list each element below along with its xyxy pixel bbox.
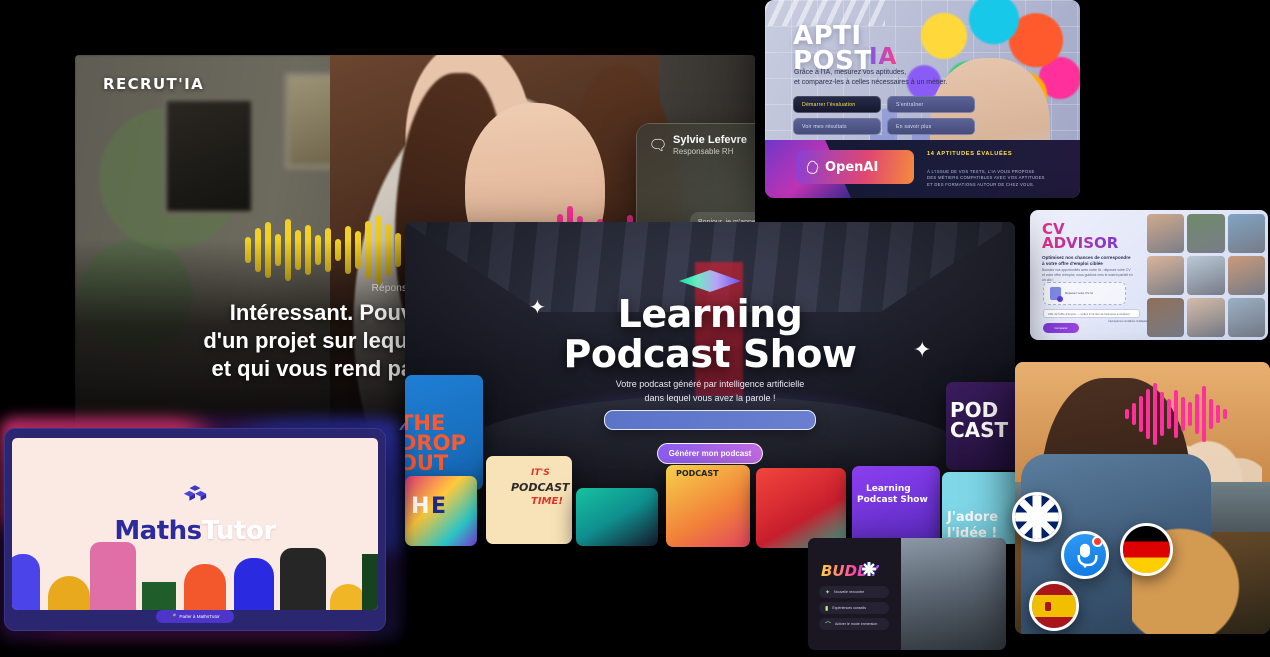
candidate-photo-grid	[1147, 214, 1265, 337]
job-offer-url-input[interactable]: URL de l'offre d'emploi — Collez ici le …	[1043, 309, 1140, 318]
podcast-subtitle: Votre podcast généré par intelligence ar…	[615, 379, 805, 403]
aptipost-card[interactable]: APTI POST IA Grâce à l'IA, mesurez vos a…	[765, 0, 1080, 198]
candidate-photo	[1147, 298, 1185, 337]
candidate-photo	[1227, 256, 1265, 295]
sparkle-icon: ✦	[529, 295, 546, 319]
tile-title: IT'S	[531, 468, 550, 478]
podcast-topic-input[interactable]	[604, 410, 816, 430]
tile-title: E	[431, 494, 447, 519]
aptipost-footer-title: 14 APTITUDES ÉVALUÉES	[927, 151, 1013, 157]
sparkle-icon: ✦	[913, 338, 932, 363]
audio-waveform-pink	[1125, 383, 1227, 445]
cv-dropzone[interactable]: Déposez votre CV ici	[1043, 282, 1126, 305]
microphone-icon: 🎤	[170, 613, 177, 620]
tile-title: CAST	[950, 418, 1009, 442]
candidate-photo	[1187, 214, 1225, 253]
tile-title: DROP	[405, 431, 466, 455]
chat-bubble-icon: 🗨	[648, 136, 668, 154]
buddy-item-label: Nouvelle rencontre	[834, 590, 865, 594]
aptipost-subtitle: Grâce à l'IA, mesurez vos aptitudes, et …	[794, 69, 948, 86]
candidate-photo	[1187, 298, 1225, 337]
screenshot-canvas: RECRUT'IA Réponse de Sylvie Intéressant.…	[0, 0, 1270, 657]
buddy-card[interactable]: BUDDY ✦ Nouvelle rencontre ▮ Expériences…	[808, 538, 1006, 650]
cv-advisor-card[interactable]: CV ADVISOR Optimisez nos chances de corr…	[1030, 210, 1268, 340]
podcast-tile-learning-podcast-show[interactable]: Learning Podcast Show	[852, 466, 940, 548]
learn-more-button[interactable]: En savoir plus	[887, 118, 975, 135]
tile-title: OUT	[405, 451, 449, 475]
train-button[interactable]: S'entraîner	[887, 96, 975, 113]
podcast-tile-the-dropout[interactable]: THE DROP OUT	[405, 375, 483, 490]
document-upload-icon	[1050, 287, 1063, 302]
compare-button[interactable]: Comparer	[1043, 323, 1079, 333]
buddy-item-experiences[interactable]: ▮ Expériences conseils	[819, 602, 889, 614]
maths-tutor-screen: MathsTutor	[12, 438, 378, 610]
openai-label: OpenAI	[825, 159, 879, 175]
tile-title: Learning	[866, 484, 911, 494]
bag-icon: ▮	[825, 605, 829, 612]
buddy-item-new-meeting[interactable]: ✦ Nouvelle rencontre	[819, 586, 889, 598]
podcast-tile-podcast-yellow[interactable]: PODCAST	[666, 465, 750, 547]
tile-title: PODCAST	[511, 481, 570, 494]
tile-title: Podcast Show	[857, 495, 928, 505]
talk-button-label: Parler à MathsTutor	[179, 614, 220, 619]
aptipost-ia-accent: IA	[869, 44, 898, 70]
aptipost-button-group: Démarrer l'évaluation S'entraîner Voir m…	[793, 96, 975, 135]
microphone-icon	[1077, 543, 1098, 568]
aptipost-footer-body: À L'ISSUE DE VOS TESTS, L'IA VOUS PROPOS…	[927, 168, 1045, 187]
podcast-tile-host-portrait[interactable]	[576, 488, 658, 546]
candidate-photo	[1227, 214, 1265, 253]
podcast-tile-jadore-lidee[interactable]: J'adore l'idée !	[942, 472, 1020, 544]
podcast-tile-heb[interactable]: H E	[405, 476, 477, 546]
tile-title: PODCAST	[676, 469, 719, 478]
recrutia-logo: RECRUT'IA	[103, 75, 205, 93]
podcast-tile-pod-cast[interactable]: POD CAST	[946, 382, 1026, 470]
buddy-item-immersion-mode[interactable]: ⌒ Activer le mode immersion	[819, 618, 889, 630]
my-results-button[interactable]: Voir mes résultats	[793, 118, 881, 135]
podcast-tile-red-portrait[interactable]	[756, 468, 846, 548]
cube-logo-icon	[183, 485, 207, 501]
cv-advisor-subtitle: Optimisez nos chances de correspondre à …	[1042, 255, 1131, 266]
uk-flag-icon	[862, 562, 876, 576]
decorative-shapes	[12, 538, 378, 610]
terms-checkbox-label[interactable]: J'accepte les conditions d'utilisation	[1108, 320, 1149, 323]
headphones-icon: ⌒	[825, 622, 832, 629]
sparkle-icon: ✦	[825, 589, 831, 596]
cv-dropzone-title: Déposez votre CV ici	[1065, 291, 1094, 296]
language-microphone-button[interactable]	[1061, 531, 1109, 579]
tile-title: TIME!	[531, 496, 563, 507]
recording-indicator	[1092, 536, 1103, 547]
openai-logo-icon	[806, 160, 819, 174]
chat-contact-name: Sylvie Lefevre	[673, 134, 747, 146]
candidate-photo	[1187, 256, 1225, 295]
buddy-item-label: Expériences conseils	[832, 606, 867, 610]
wall-frame-1	[163, 97, 255, 215]
maths-tutor-card[interactable]: MathsTutor 🎤 Parler à MathsTutor	[4, 428, 386, 631]
cv-advisor-body: Boostez vos opportunités avec notre IA :…	[1042, 268, 1133, 282]
talk-to-mathstutor-button[interactable]: 🎤 Parler à MathsTutor	[156, 610, 234, 623]
de-flag-badge[interactable]	[1120, 523, 1173, 576]
candidate-photo	[1147, 256, 1185, 295]
tile-title: J'adore	[947, 510, 999, 525]
es-flag-badge[interactable]	[1029, 581, 1079, 631]
buddy-photo	[901, 538, 1006, 650]
start-evaluation-button[interactable]: Démarrer l'évaluation	[793, 96, 881, 113]
candidate-photo	[1227, 298, 1265, 337]
aptipost-title: APTI POST	[793, 21, 873, 76]
tile-title: THE	[405, 411, 446, 435]
podcast-tile-its-podcast-time[interactable]: IT'S PODCAST TIME!	[486, 456, 572, 544]
buddy-item-label: Activer le mode immersion	[835, 622, 878, 626]
openai-badge: OpenAI	[796, 150, 914, 184]
generate-podcast-button[interactable]: Générer mon podcast	[657, 443, 763, 464]
cv-advisor-title: CV ADVISOR	[1042, 220, 1119, 252]
tile-title: H	[411, 494, 430, 519]
uk-flag-badge[interactable]	[1012, 492, 1062, 542]
chat-contact-role: Responsable RH	[673, 147, 734, 156]
candidate-photo	[1147, 214, 1185, 253]
